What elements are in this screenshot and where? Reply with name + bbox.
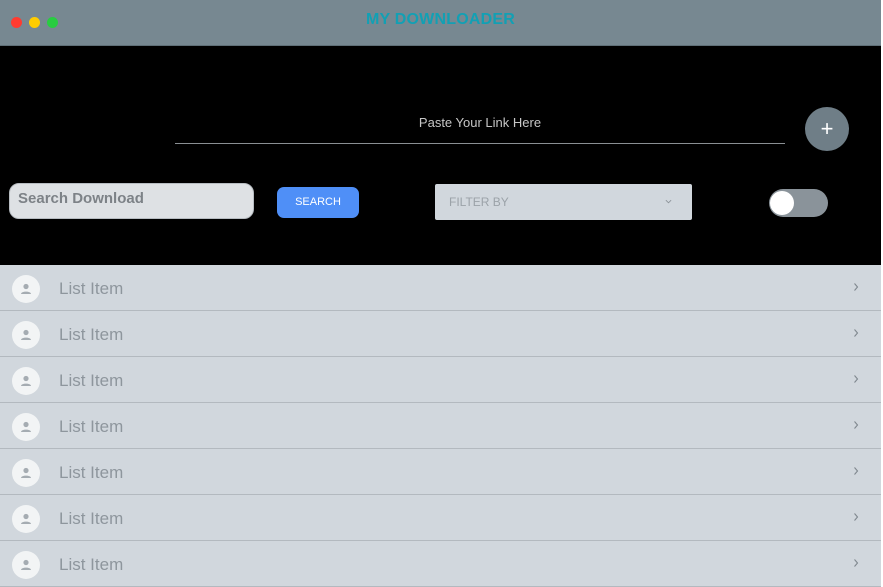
list-item[interactable]: List Item [0, 265, 881, 311]
list-item-label: List Item [59, 371, 124, 390]
list-item-label: List Item [59, 279, 124, 298]
toggle-switch[interactable] [769, 189, 828, 217]
list-item-label: List Item [59, 509, 124, 528]
link-input[interactable]: Paste Your Link Here [175, 115, 785, 130]
list-item[interactable]: List Item [0, 495, 881, 541]
person-icon [21, 467, 31, 478]
avatar [12, 413, 40, 441]
chevron-right-icon [854, 421, 859, 429]
person-icon [21, 421, 31, 432]
avatar [12, 367, 40, 395]
avatar [12, 505, 40, 533]
avatar [12, 275, 40, 303]
person-icon [21, 559, 31, 570]
person-icon [21, 513, 31, 524]
person-icon [21, 329, 31, 340]
link-input-underline [175, 143, 785, 144]
chevron-right-icon [854, 559, 859, 567]
person-icon [21, 375, 31, 386]
avatar [12, 321, 40, 349]
list-item[interactable]: List Item [0, 357, 881, 403]
title-bar: MY DOWNLOADER [0, 0, 881, 46]
filter-dropdown[interactable]: FILTER BY [435, 184, 692, 220]
app-title: MY DOWNLOADER [366, 11, 515, 28]
list-item-label: List Item [59, 555, 124, 574]
toggle-knob [770, 191, 794, 215]
chevron-right-icon [854, 375, 859, 383]
list-item-label: List Item [59, 417, 124, 436]
list-item[interactable]: List Item [0, 403, 881, 449]
chevron-right-icon [854, 467, 859, 475]
add-link-button[interactable]: + [805, 107, 849, 151]
chevron-right-icon [854, 513, 859, 521]
chevron-down-icon [665, 199, 672, 204]
person-icon [21, 283, 31, 294]
list-item[interactable]: List Item [0, 449, 881, 495]
control-panel: Paste Your Link Here + Search Download S… [0, 46, 881, 265]
search-input[interactable]: Search Download [9, 183, 254, 219]
download-list: List Item List Item List Item List Item List… [0, 265, 881, 587]
chevron-right-icon [854, 283, 859, 291]
list-item-label: List Item [59, 325, 124, 344]
chevron-right-icon [854, 329, 859, 337]
search-button[interactable]: SEARCH [277, 187, 359, 218]
avatar [12, 551, 40, 579]
avatar [12, 459, 40, 487]
list-item-label: List Item [59, 463, 124, 482]
list-item[interactable]: List Item [0, 311, 881, 357]
filter-label: FILTER BY [449, 195, 509, 209]
list-item[interactable]: List Item [0, 541, 881, 587]
